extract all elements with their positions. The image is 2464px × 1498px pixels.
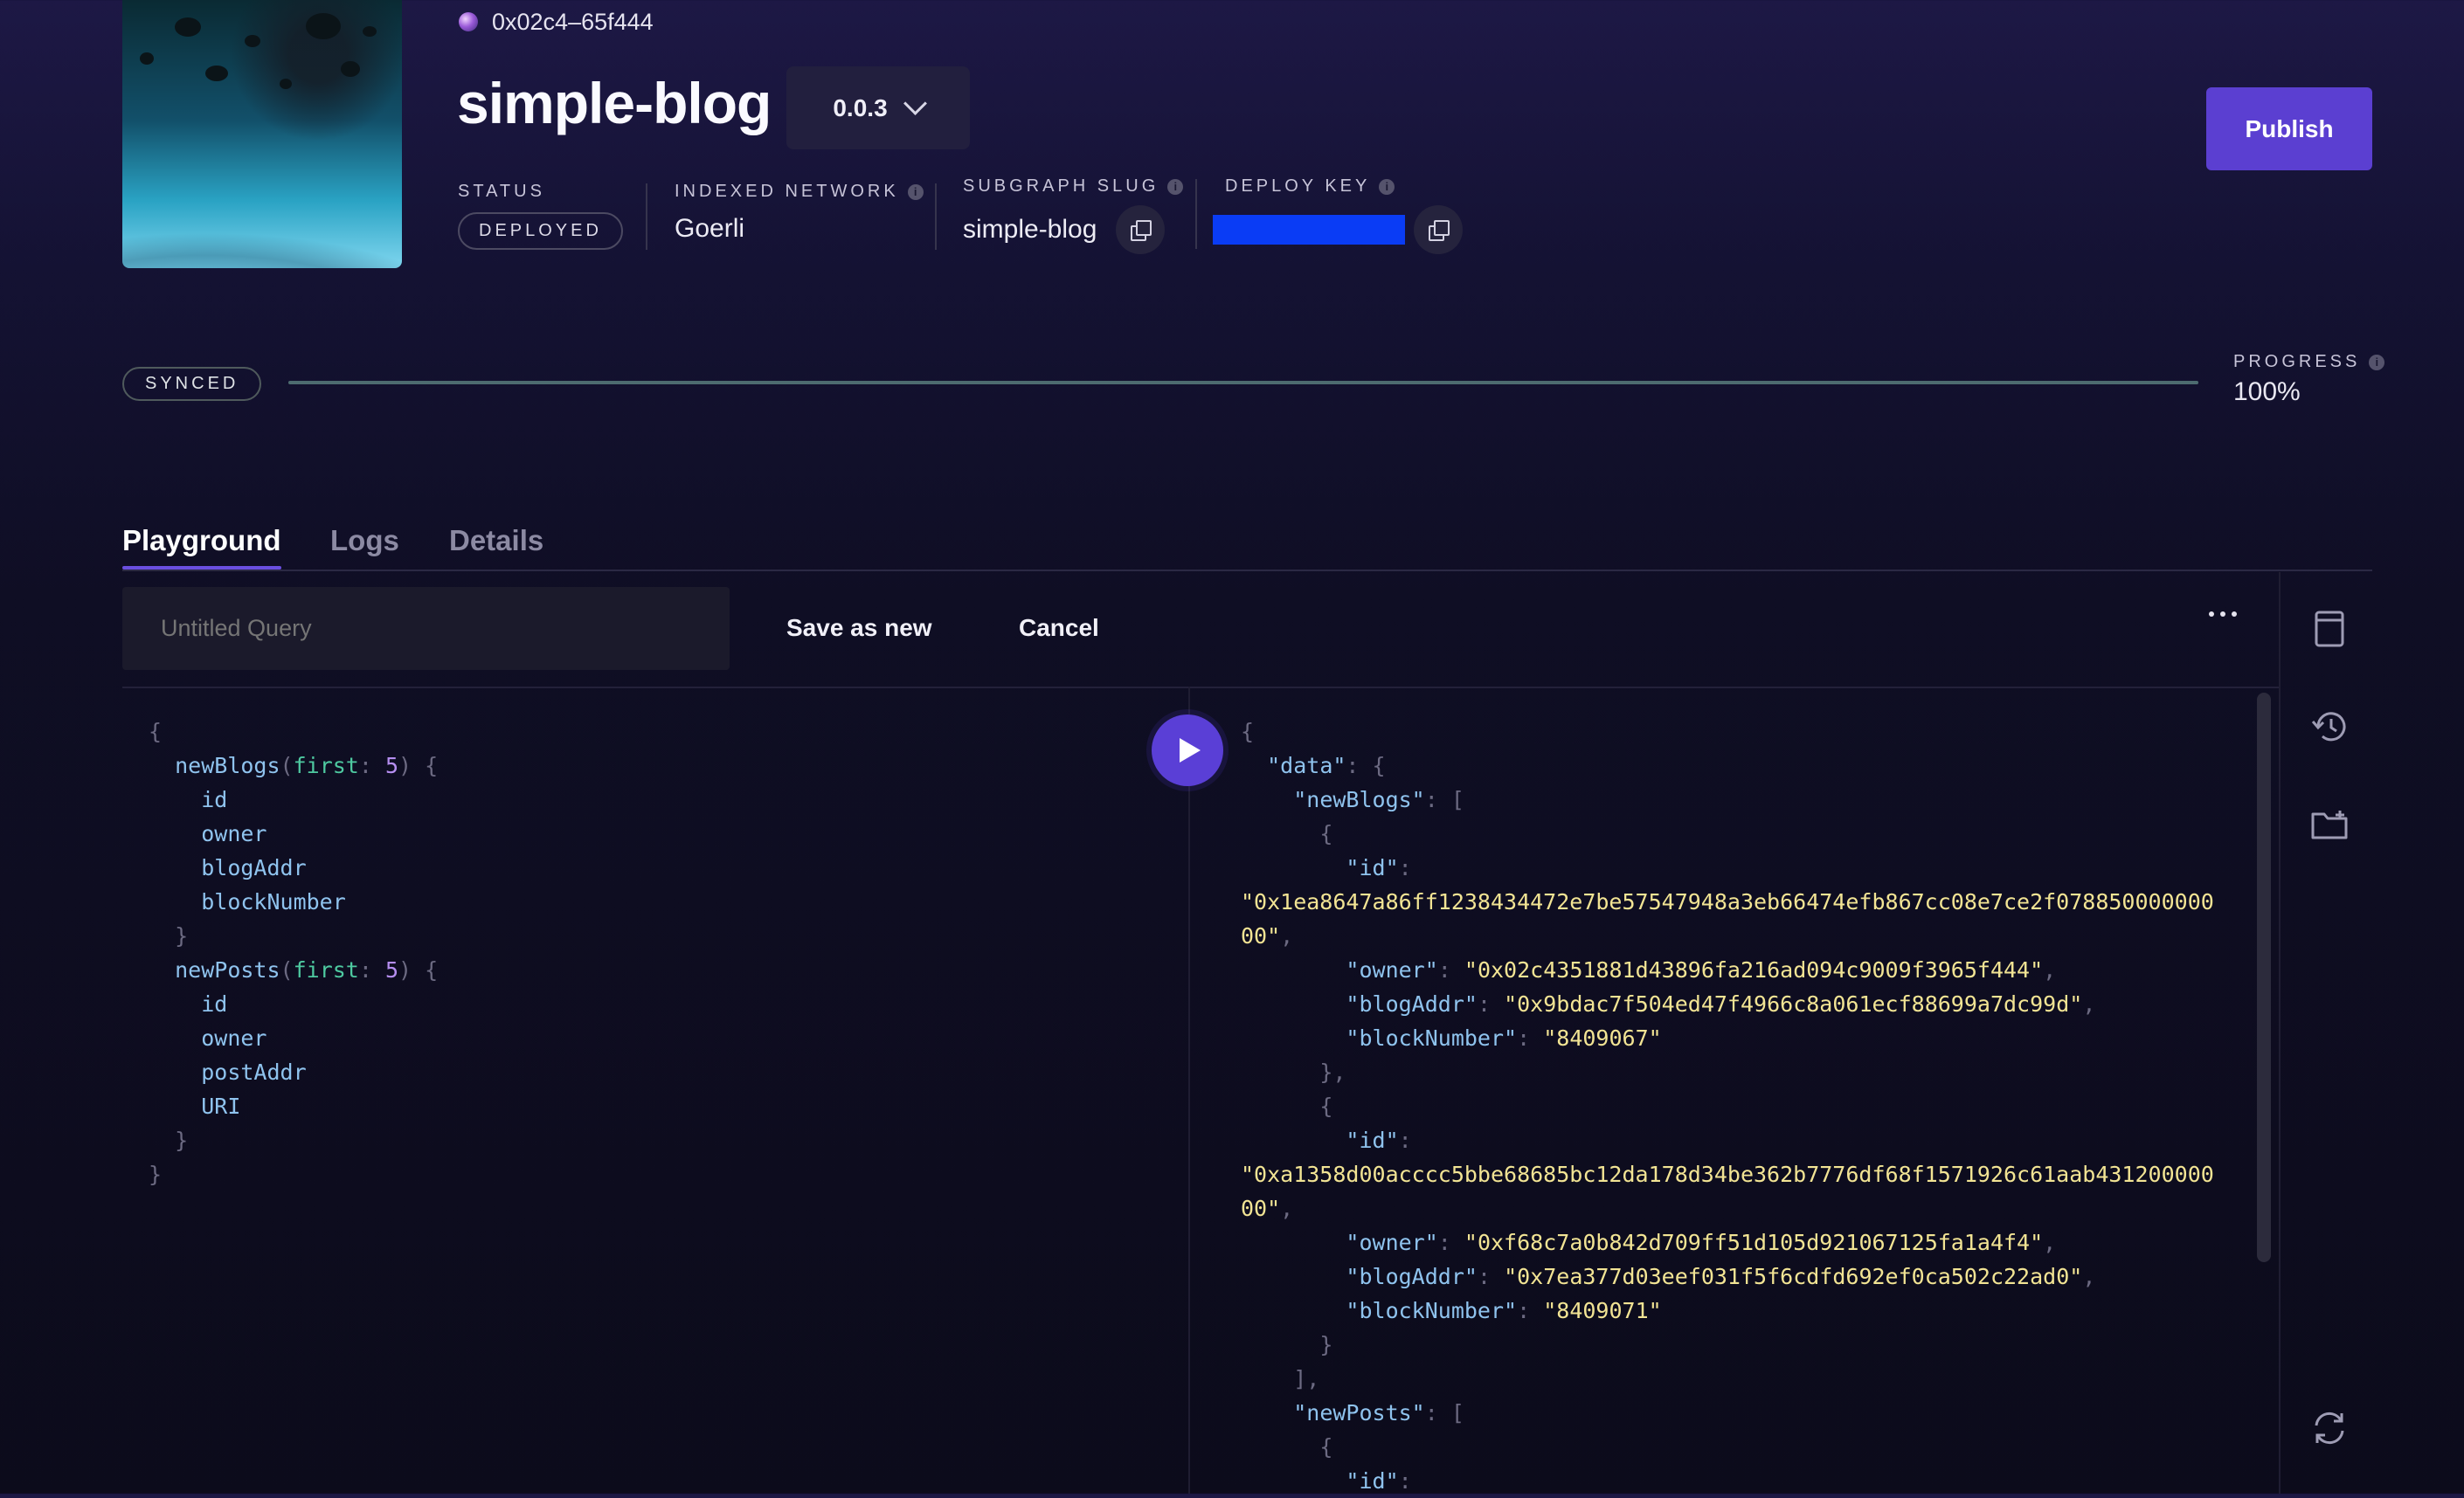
deploy-key-label: DEPLOY KEY [1225, 176, 1371, 196]
network-label: INDEXED NETWORK [675, 182, 899, 201]
progress-label-row: PROGRESS i [2233, 352, 2385, 372]
info-icon[interactable]: i [2369, 354, 2385, 370]
status-label: STATUS [458, 182, 545, 201]
refresh-icon[interactable] [2310, 1409, 2349, 1447]
progress-value: 100% [2233, 377, 2301, 406]
tab-details[interactable]: Details [449, 524, 543, 557]
more-options-icon[interactable] [2209, 611, 2237, 617]
publish-button[interactable]: Publish [2206, 87, 2372, 170]
owner-row[interactable]: 0x02c4–65f444 [459, 9, 654, 35]
version-select[interactable]: 0.0.3 [786, 66, 970, 149]
query-editor[interactable]: { newBlogs(first: 5) { id owner blogAddr… [149, 714, 438, 1191]
version-value: 0.0.3 [833, 93, 888, 121]
info-icon[interactable]: i [907, 183, 924, 200]
query-name-input[interactable] [122, 587, 730, 670]
folder-plus-icon[interactable] [2310, 805, 2349, 844]
status-block: STATUS DEPLOYED [458, 182, 623, 250]
result-scrollbar[interactable] [2257, 693, 2271, 1262]
bookmark-icon[interactable] [2310, 610, 2349, 648]
deploy-key-masked[interactable] [1213, 215, 1405, 245]
cancel-button[interactable]: Cancel [1019, 614, 1099, 642]
tab-logs[interactable]: Logs [330, 524, 399, 557]
history-icon[interactable] [2310, 708, 2349, 746]
copy-icon [1131, 220, 1152, 241]
sync-status-badge: SYNCED [122, 367, 262, 401]
tab-bar: Playground Logs Details [122, 524, 2372, 571]
copy-icon [1429, 220, 1450, 241]
save-as-new-button[interactable]: Save as new [786, 614, 932, 642]
network-label-row: INDEXED NETWORK i [675, 182, 924, 202]
copy-slug-button[interactable] [1116, 205, 1166, 254]
page-title: simple-blog [457, 71, 772, 135]
run-query-button[interactable] [1152, 714, 1223, 786]
deploy-key-row [1213, 205, 1463, 254]
pane-divider [1188, 687, 1190, 1494]
play-icon [1180, 738, 1201, 763]
tab-playground[interactable]: Playground [122, 524, 281, 570]
copy-deploy-key-button[interactable] [1414, 205, 1463, 254]
deploy-key-block: DEPLOY KEY i [1213, 176, 1463, 254]
chevron-down-icon [903, 92, 927, 115]
meta-divider [1195, 179, 1197, 249]
network-value: Goerli [675, 214, 745, 243]
meta-divider [646, 183, 647, 250]
network-block: INDEXED NETWORK i Goerli [675, 182, 924, 244]
toolbar-divider [122, 687, 2279, 688]
owner-address[interactable]: 0x02c4–65f444 [492, 9, 654, 36]
sync-progress-bar [288, 381, 2198, 384]
subgraph-thumbnail [122, 0, 402, 268]
query-result: { "data": { "newBlogs": [ { "id": "0x1ea… [1241, 719, 2214, 1494]
slug-label: SUBGRAPH SLUG [963, 176, 1159, 196]
slug-row: simple-blog [963, 205, 1183, 254]
progress-label: PROGRESS [2233, 352, 2361, 371]
deploy-key-label-row: DEPLOY KEY i [1213, 176, 1463, 197]
slug-value: simple-blog [963, 215, 1097, 244]
sync-progress-fill [288, 381, 2198, 384]
info-icon[interactable]: i [1379, 178, 1395, 195]
info-icon[interactable]: i [1167, 178, 1184, 195]
slug-block: SUBGRAPH SLUG i simple-blog [963, 176, 1184, 254]
status-badge: DEPLOYED [458, 212, 623, 250]
sidebar-divider [2279, 572, 2281, 1494]
owner-avatar-icon [459, 12, 478, 31]
meta-divider [935, 183, 937, 250]
slug-label-row: SUBGRAPH SLUG i [963, 176, 1184, 197]
